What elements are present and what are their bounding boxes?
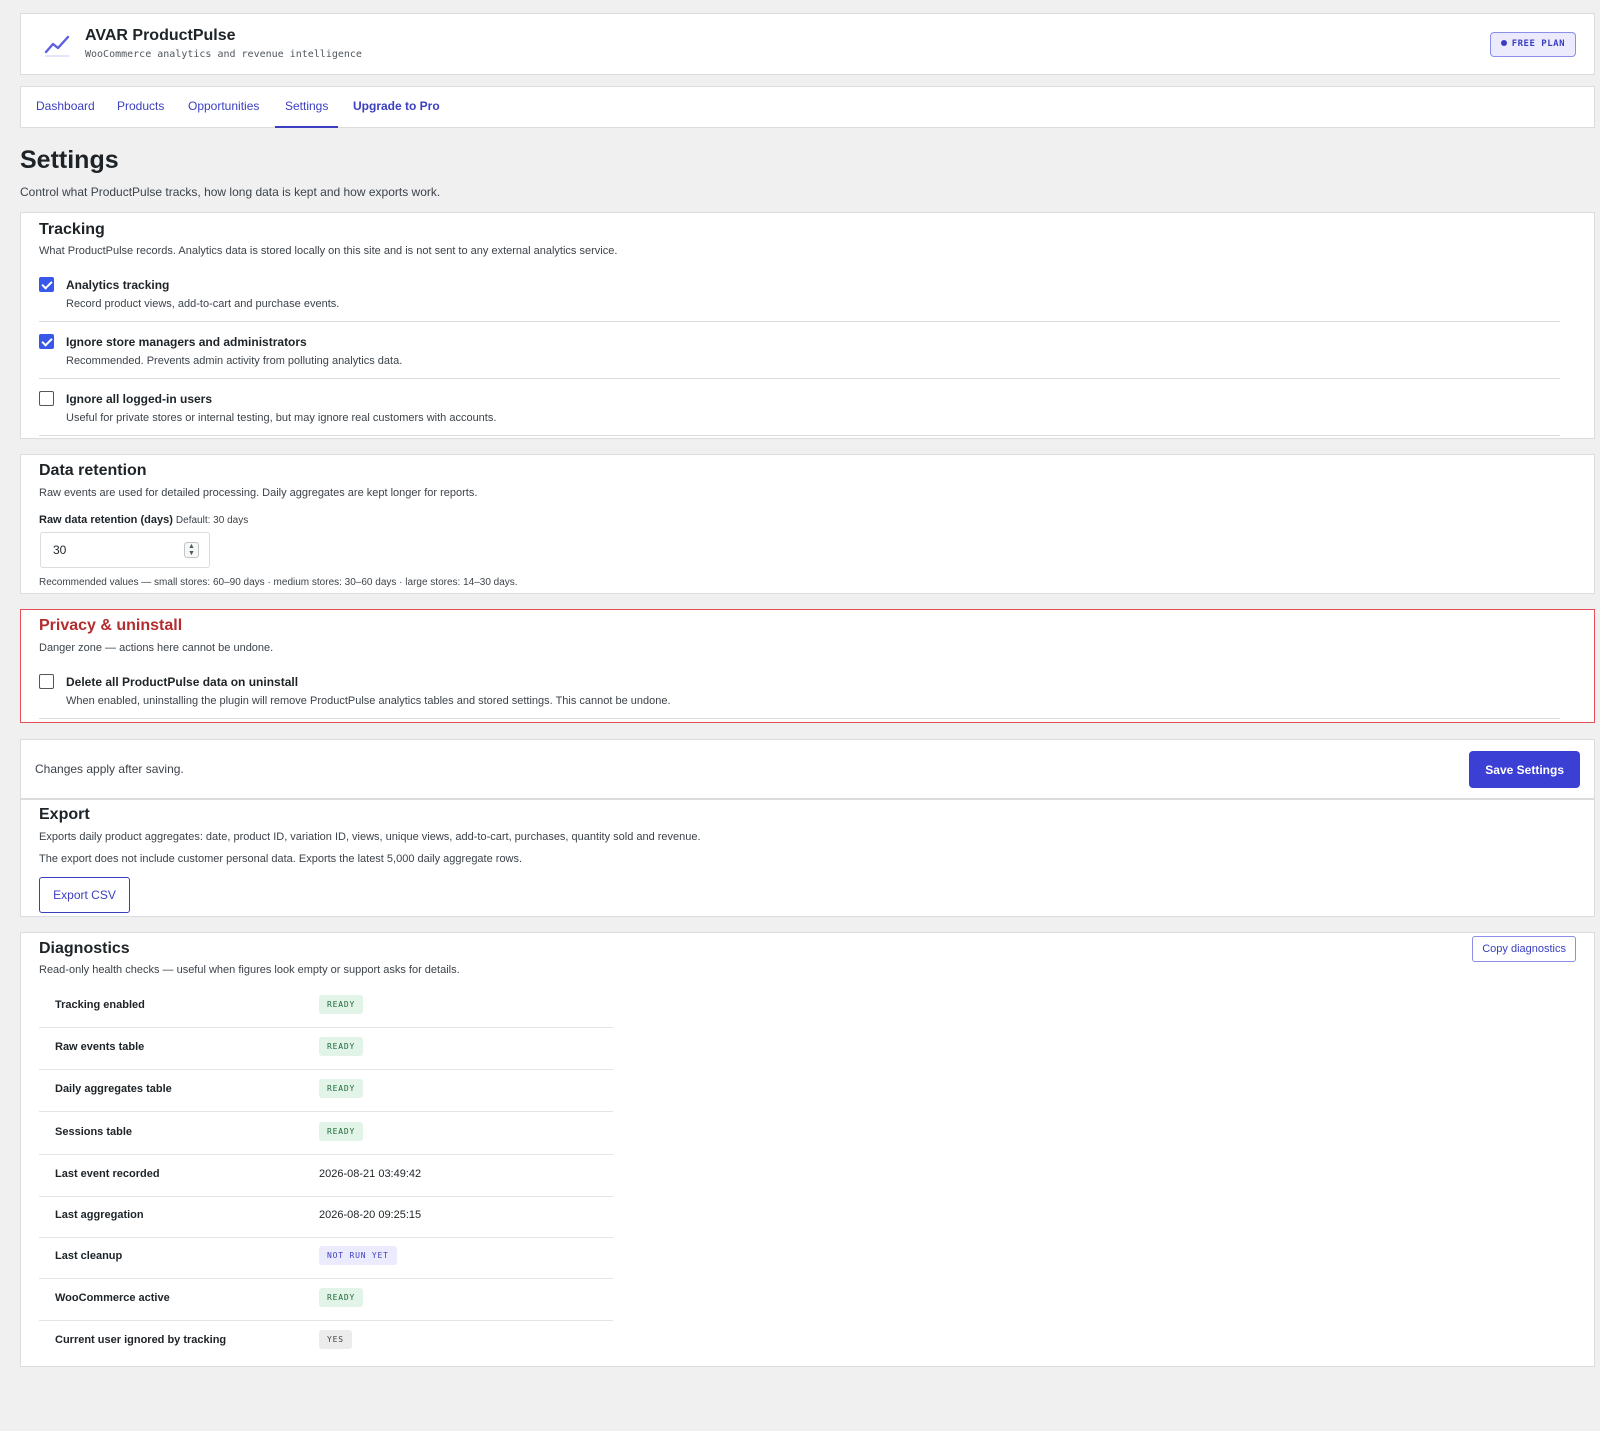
save-bar: Changes apply after saving. Save Setting…: [20, 739, 1595, 799]
diagnostics-row: Last event recorded 2026-08-21 03:49:42: [39, 1154, 613, 1197]
export-section: Export Exports daily product aggregates:…: [20, 799, 1595, 917]
tab-dashboard[interactable]: Dashboard: [36, 87, 95, 128]
page-title: Settings: [20, 146, 119, 174]
diagnostics-value: 2026-08-20 09:25:15: [319, 1209, 422, 1221]
status-badge: NOT RUN YET: [319, 1246, 397, 1265]
status-badge: YES: [319, 1330, 352, 1349]
export-description-1: Exports daily product aggregates: date, …: [39, 831, 701, 843]
copy-diagnostics-button[interactable]: Copy diagnostics: [1472, 936, 1576, 962]
diagnostics-key: Current user ignored by tracking: [55, 1334, 227, 1346]
section-description: Raw events are used for detailed process…: [39, 487, 478, 499]
retention-recommendation: Recommended values — small stores: 60–90…: [39, 577, 518, 588]
option-label: Analytics tracking: [66, 278, 170, 292]
diagnostics-row: WooCommerce active READY: [39, 1278, 613, 1321]
save-hint: Changes apply after saving.: [35, 762, 184, 776]
retention-days-input[interactable]: 30 ▲ ▼: [40, 532, 210, 568]
section-description: Read-only health checks — useful when fi…: [39, 964, 460, 976]
status-badge: READY: [319, 1122, 364, 1141]
option-hint: When enabled, uninstalling the plugin wi…: [66, 695, 671, 707]
retention-field-default: Default: 30 days: [175, 515, 249, 526]
diagnostics-row: Last cleanup NOT RUN YET: [39, 1236, 613, 1279]
diagnostics-row: Raw events table READY: [39, 1027, 613, 1070]
dot-icon: [1500, 39, 1507, 46]
diagnostics-key: Tracking enabled: [55, 999, 145, 1011]
app-title: AVAR ProductPulse: [85, 27, 236, 44]
diagnostics-key: Sessions table: [55, 1126, 133, 1138]
save-settings-button[interactable]: Save Settings: [1469, 751, 1580, 788]
option-hint: Record product views, add-to-cart and pu…: [66, 298, 340, 310]
section-description: Danger zone — actions here cannot be und…: [39, 642, 274, 654]
page-description: Control what ProductPulse tracks, how lo…: [20, 185, 441, 199]
section-description: What ProductPulse records. Analytics dat…: [39, 245, 618, 257]
diagnostics-section: Diagnostics Read-only health checks — us…: [20, 932, 1595, 1367]
tab-settings[interactable]: Settings: [275, 87, 339, 128]
delete-on-uninstall-checkbox[interactable]: [39, 674, 54, 689]
section-title: Tracking: [39, 221, 105, 238]
diagnostics-key: Last aggregation: [55, 1209, 144, 1221]
option-hint: Useful for private stores or internal te…: [66, 412, 497, 424]
status-badge: READY: [319, 1288, 364, 1307]
retention-days-value: 30: [53, 543, 67, 557]
diagnostics-row: Daily aggregates table READY: [39, 1069, 613, 1112]
retention-field-label: Raw data retention (days): [39, 514, 173, 526]
trend-line-icon: [44, 35, 70, 57]
export-description-2: The export does not include customer per…: [39, 853, 523, 865]
option-label: Delete all ProductPulse data on uninstal…: [66, 675, 299, 689]
nav-tabs: Dashboard Products Opportunities Setting…: [20, 86, 1595, 128]
section-title: Privacy & uninstall: [39, 617, 183, 634]
tab-upgrade-to-pro[interactable]: Upgrade to Pro: [353, 87, 440, 128]
retention-field-label-row: Raw data retention (days) Default: 30 da…: [39, 514, 248, 526]
diagnostics-value: 2026-08-21 03:49:42: [319, 1168, 422, 1180]
stepper-icon[interactable]: ▲ ▼: [184, 542, 199, 558]
status-badge: READY: [319, 1079, 364, 1098]
privacy-section: Privacy & uninstall Danger zone — action…: [20, 609, 1595, 723]
diagnostics-row: Current user ignored by tracking YES: [39, 1320, 613, 1363]
diagnostics-key: Last event recorded: [55, 1168, 160, 1180]
diagnostics-key: Last cleanup: [55, 1250, 123, 1262]
plan-badge-label: FREE PLAN: [1511, 39, 1565, 49]
plugin-header: AVAR ProductPulse WooCommerce analytics …: [20, 13, 1595, 75]
diagnostics-key: Raw events table: [55, 1041, 145, 1053]
tab-opportunities[interactable]: Opportunities: [188, 87, 259, 128]
option-hint: Recommended. Prevents admin activity fro…: [66, 355, 403, 367]
option-label: Ignore store managers and administrators: [66, 335, 307, 349]
plan-badge: FREE PLAN: [1489, 32, 1576, 57]
diagnostics-key: Daily aggregates table: [55, 1083, 172, 1095]
export-csv-button[interactable]: Export CSV: [39, 877, 130, 913]
section-title: Diagnostics: [39, 940, 130, 957]
section-title: Export: [39, 806, 90, 823]
diagnostics-key: WooCommerce active: [55, 1292, 170, 1304]
ignore-logged-in-checkbox[interactable]: [39, 391, 54, 406]
tab-products[interactable]: Products: [117, 87, 164, 128]
option-label: Ignore all logged-in users: [66, 392, 213, 406]
status-badge: READY: [319, 1037, 364, 1056]
status-badge: READY: [319, 995, 364, 1014]
option-analytics-tracking: Analytics tracking Record product views,…: [39, 276, 1560, 322]
analytics-tracking-checkbox[interactable]: [39, 277, 54, 292]
tracking-section: Tracking What ProductPulse records. Anal…: [20, 212, 1595, 439]
diagnostics-row: Last aggregation 2026-08-20 09:25:15: [39, 1195, 613, 1238]
section-title: Data retention: [39, 462, 147, 479]
option-ignore-managers: Ignore store managers and administrators…: [39, 333, 1560, 379]
app-subtitle: WooCommerce analytics and revenue intell…: [85, 49, 362, 60]
diagnostics-row: Sessions table READY: [39, 1112, 613, 1155]
ignore-managers-checkbox[interactable]: [39, 334, 54, 349]
option-ignore-logged-in: Ignore all logged-in users Useful for pr…: [39, 390, 1560, 436]
option-delete-on-uninstall: Delete all ProductPulse data on uninstal…: [39, 673, 1560, 719]
diagnostics-row: Tracking enabled READY: [39, 985, 613, 1028]
retention-section: Data retention Raw events are used for d…: [20, 454, 1595, 594]
